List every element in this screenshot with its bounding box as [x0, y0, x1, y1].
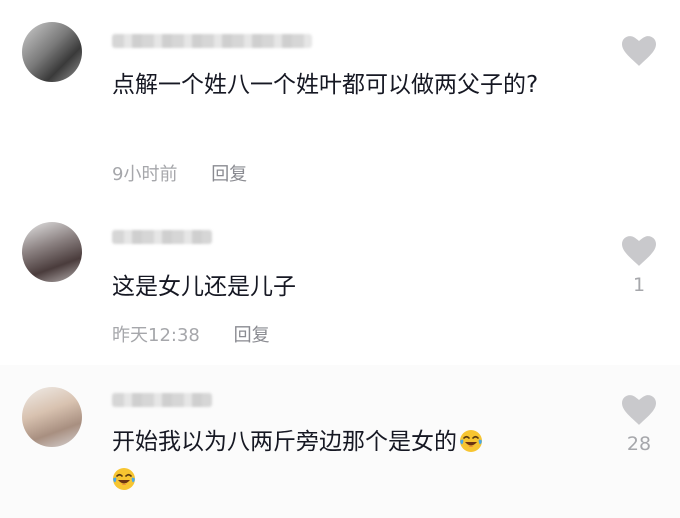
- heart-icon: [622, 236, 656, 266]
- avatar[interactable]: [22, 387, 82, 447]
- like-button[interactable]: 1: [609, 236, 669, 296]
- like-count: 28: [626, 433, 652, 455]
- like-button[interactable]: [609, 36, 669, 74]
- comment-item: 开始我以为八两斤旁边那个是女的 28: [0, 365, 680, 518]
- like-button[interactable]: 28: [609, 395, 669, 455]
- avatar[interactable]: [22, 22, 82, 82]
- username-blurred[interactable]: [112, 34, 312, 48]
- username-blurred[interactable]: [112, 230, 212, 244]
- laughing-tears-emoji-icon: [113, 468, 135, 490]
- comment-meta: 昨天12:38 回复: [112, 324, 270, 348]
- comment-time: 9小时前: [112, 164, 178, 185]
- reply-button[interactable]: 回复: [211, 163, 247, 187]
- comment-item: 点解一个姓八一个姓叶都可以做两父子的? 9小时前 回复: [0, 0, 680, 200]
- comment-text: 点解一个姓八一个姓叶都可以做两父子的?: [112, 72, 539, 98]
- comment-text: 开始我以为八两斤旁边那个是女的: [112, 423, 592, 499]
- comment-item: 这是女儿还是儿子 昨天12:38 回复 1: [0, 200, 680, 365]
- comment-text-content: 开始我以为八两斤旁边那个是女的: [112, 429, 457, 455]
- heart-icon: [622, 395, 656, 425]
- comment-text: 这是女儿还是儿子: [112, 274, 296, 300]
- comment-meta: 9小时前 回复: [112, 163, 247, 187]
- comment-time: 昨天12:38: [112, 325, 200, 346]
- reply-button[interactable]: 回复: [234, 324, 270, 348]
- like-count: 1: [632, 274, 646, 296]
- username-blurred[interactable]: [112, 393, 212, 407]
- avatar[interactable]: [22, 222, 82, 282]
- laughing-tears-emoji-icon: [460, 430, 482, 452]
- heart-icon: [622, 36, 656, 66]
